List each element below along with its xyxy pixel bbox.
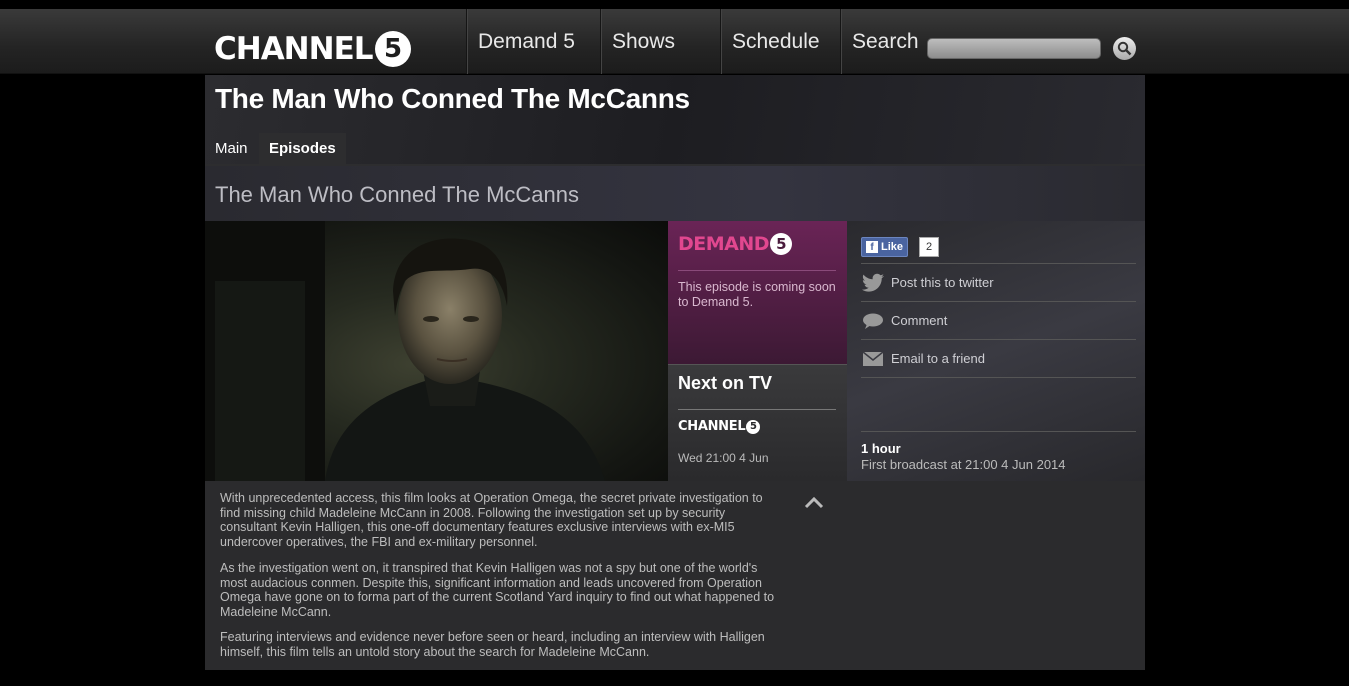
share-panel: f Like 2 Post this to twitter Comment Em… bbox=[847, 221, 1145, 481]
envelope-icon bbox=[861, 349, 885, 369]
next-on-tv-divider bbox=[678, 409, 836, 410]
next-channel-five-badge: 5 bbox=[746, 419, 761, 434]
next-channel-logo: CHANNEL 5 bbox=[678, 419, 761, 434]
channel5-logo[interactable]: CHANNEL 5 bbox=[214, 29, 411, 69]
demand5-logo[interactable]: DEMAND 5 bbox=[678, 233, 793, 255]
chevron-up-icon bbox=[804, 496, 824, 509]
description-paragraph-3: Featuring interviews and evidence never … bbox=[220, 630, 765, 659]
next-airtime: Wed 21:00 4 Jun bbox=[678, 451, 769, 465]
comment-label: Comment bbox=[891, 313, 948, 328]
episode-hero-image bbox=[205, 221, 668, 481]
facebook-like-button[interactable]: f Like bbox=[861, 237, 909, 257]
episode-title-band: The Man Who Conned The McCanns bbox=[205, 166, 1145, 221]
demand5-panel: DEMAND 5 This episode is coming soon to D… bbox=[668, 221, 847, 364]
tab-main[interactable]: Main bbox=[205, 133, 258, 164]
comment-icon bbox=[861, 311, 885, 331]
facebook-icon: f bbox=[866, 241, 878, 253]
twitter-share-label: Post this to twitter bbox=[891, 275, 994, 290]
twitter-share-link[interactable]: Post this to twitter bbox=[861, 263, 1136, 301]
like-count: 2 bbox=[919, 237, 939, 257]
top-nav-bar: CHANNEL 5 Demand 5 Shows Schedule Search bbox=[0, 9, 1349, 74]
search-input[interactable] bbox=[927, 38, 1101, 59]
logo-text: CHANNEL bbox=[214, 31, 374, 67]
next-on-tv-panel: Next on TV CHANNEL 5 Wed 21:00 4 Jun bbox=[668, 364, 847, 481]
like-label: Like bbox=[881, 241, 904, 253]
collapse-button[interactable] bbox=[803, 495, 825, 511]
comment-link[interactable]: Comment bbox=[861, 301, 1136, 339]
nav-schedule[interactable]: Schedule bbox=[720, 9, 840, 74]
first-broadcast: First broadcast at 21:00 4 Jun 2014 bbox=[861, 457, 1066, 472]
episode-description: With unprecedented access, this film loo… bbox=[205, 481, 1145, 670]
next-channel-text: CHANNEL bbox=[678, 419, 746, 434]
demand5-divider bbox=[678, 270, 836, 271]
logo-five-badge: 5 bbox=[374, 31, 411, 67]
show-header: The Man Who Conned The McCanns Main Epis… bbox=[205, 75, 1145, 165]
twitter-icon bbox=[861, 273, 885, 293]
demand5-five-badge: 5 bbox=[770, 233, 793, 255]
demand5-message: This episode is coming soon to Demand 5. bbox=[678, 280, 836, 309]
search-icon bbox=[1117, 41, 1132, 56]
nav-demand5[interactable]: Demand 5 bbox=[466, 9, 600, 74]
man-portrait-image bbox=[205, 221, 605, 481]
demand5-logo-text: DEMAND bbox=[678, 233, 770, 255]
episode-title: The Man Who Conned The McCanns bbox=[215, 182, 579, 207]
next-on-tv-heading: Next on TV bbox=[678, 373, 773, 393]
email-friend-label: Email to a friend bbox=[891, 351, 985, 366]
share-divider bbox=[861, 377, 1136, 378]
episode-duration: 1 hour bbox=[861, 441, 901, 456]
nav-shows[interactable]: Shows bbox=[600, 9, 720, 74]
description-paragraph-2: As the investigation went on, it transpi… bbox=[220, 561, 775, 619]
search-button[interactable] bbox=[1113, 37, 1136, 60]
email-friend-link[interactable]: Email to a friend bbox=[861, 339, 1136, 377]
description-paragraph-1: With unprecedented access, this film loo… bbox=[220, 491, 763, 549]
meta-divider bbox=[861, 431, 1136, 432]
tab-episodes[interactable]: Episodes bbox=[259, 133, 346, 164]
show-title: The Man Who Conned The McCanns bbox=[215, 83, 690, 114]
main-content: The Man Who Conned The McCanns Main Epis… bbox=[205, 75, 1145, 670]
